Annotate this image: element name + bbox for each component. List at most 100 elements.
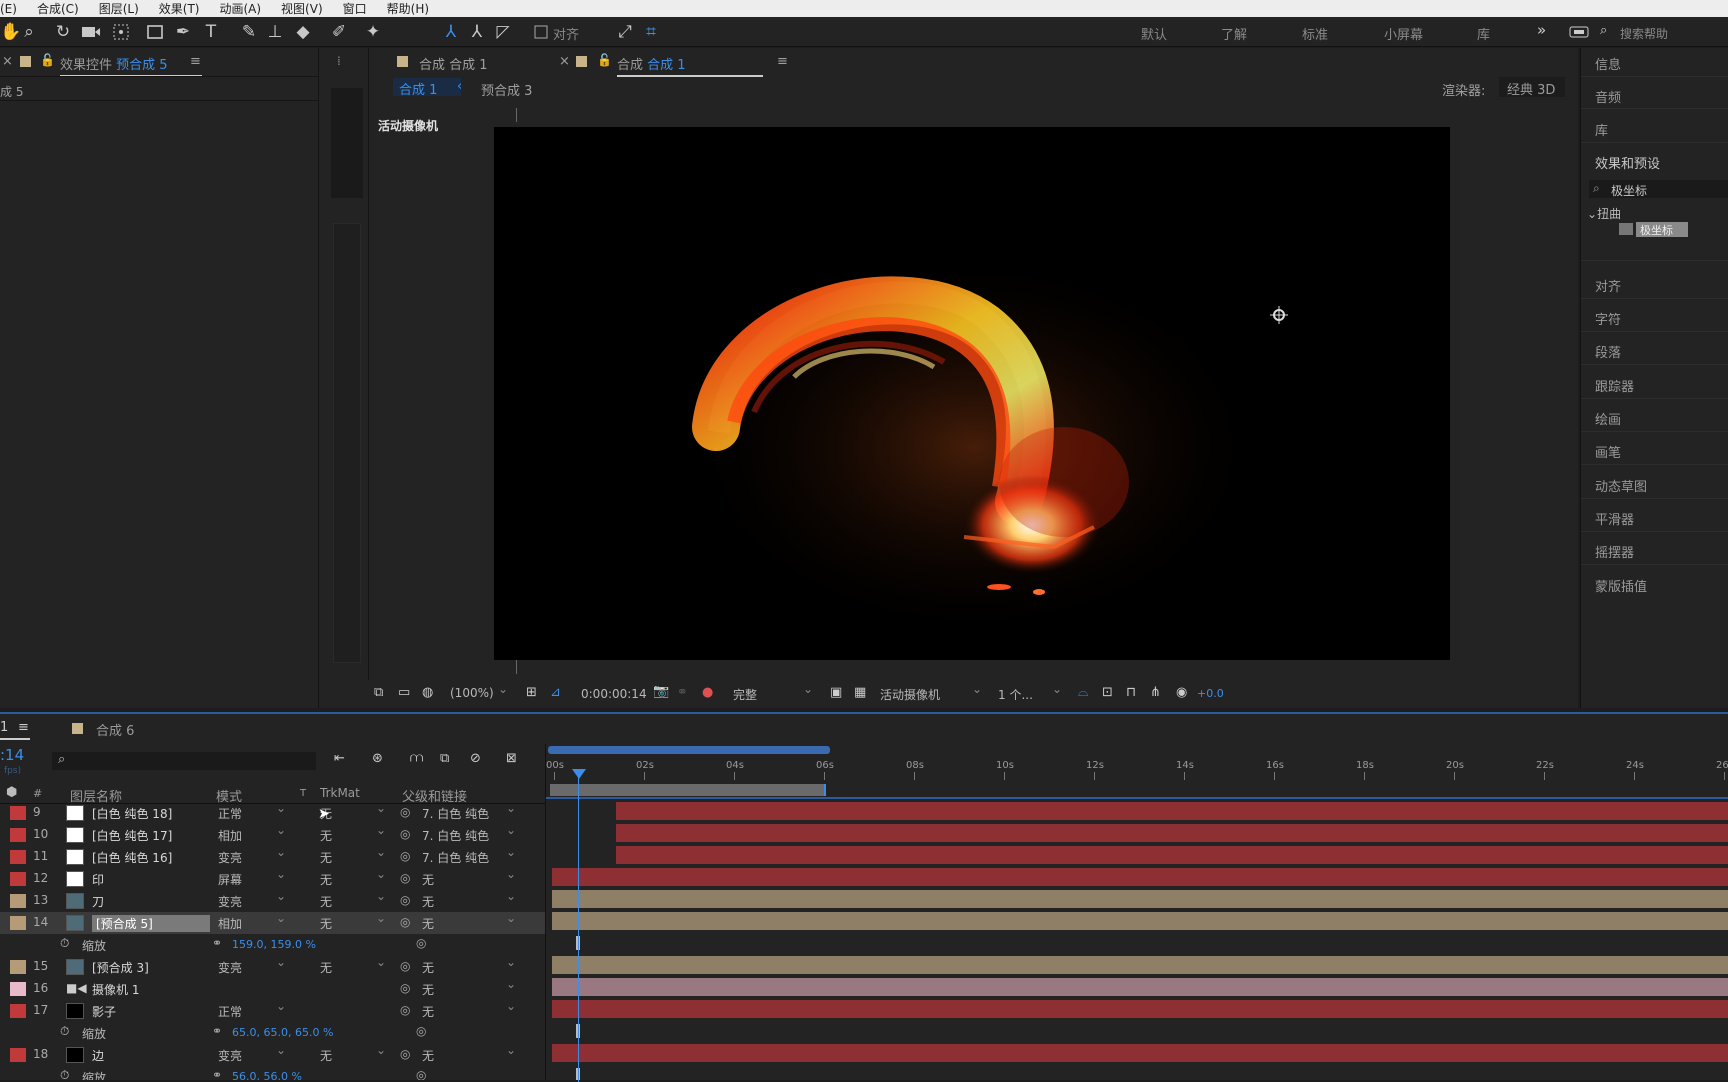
timeline-tab-comp1[interactable]: 1 [0, 720, 8, 735]
property-value[interactable]: 56.0, 56.0 % [232, 1070, 302, 1080]
timeline-current-time[interactable]: :14 [0, 746, 24, 764]
pickwhip-icon[interactable]: ◎ [400, 805, 410, 819]
lock-icon[interactable]: 🔓 [597, 53, 612, 67]
pickwhip-icon[interactable]: ◎ [400, 959, 410, 973]
layer-name[interactable]: [白色 纯色 16] [92, 849, 172, 866]
blend-mode-dropdown[interactable]: 变亮 [218, 1043, 288, 1063]
trkmat-dropdown[interactable]: 无 [320, 823, 388, 843]
workspace-small-screen[interactable]: 小屏幕 [1384, 24, 1423, 43]
layer-row[interactable]: 15 [预合成 3] 变亮 无 ◎ 无 [0, 955, 545, 978]
graph-editor-icon[interactable]: ⊠ [506, 751, 517, 766]
zoom-dropdown[interactable]: (100%) [450, 682, 510, 704]
blend-mode-dropdown[interactable]: 变亮 [218, 845, 288, 865]
workspace-standard[interactable]: 标准 [1302, 24, 1328, 43]
camera-tool-icon[interactable] [80, 21, 102, 43]
panel-mask-interpolation[interactable]: 蒙版插值 [1595, 576, 1647, 595]
layer-label-color[interactable] [10, 960, 26, 974]
trkmat-dropdown[interactable]: 无 [320, 1043, 388, 1063]
panel-smoother[interactable]: 平滑器 [1595, 509, 1634, 528]
layer-duration-bar[interactable] [552, 1044, 1728, 1062]
fast-previews-icon[interactable]: ⊡ [1102, 685, 1113, 700]
work-area-navigator[interactable] [548, 746, 830, 754]
rectangle-tool-icon[interactable] [144, 21, 166, 43]
puppet-tool-icon[interactable]: ✦ [362, 21, 384, 43]
blend-mode-dropdown[interactable]: 正常 [218, 804, 288, 821]
work-area-bar[interactable] [550, 784, 826, 796]
renderer-dropdown[interactable]: 经典 3D [1499, 77, 1565, 98]
panel-menu-icon[interactable]: ≡ [190, 54, 201, 69]
layer-duration-bar[interactable] [552, 1000, 1728, 1018]
layer-row[interactable]: 13 刀 变亮 无 ◎ 无 [0, 889, 545, 912]
layer-duration-bar[interactable] [616, 824, 1728, 842]
pickwhip-icon[interactable]: ◎ [400, 1003, 410, 1017]
menu-view[interactable]: 视图(V) [281, 0, 323, 17]
camera-view-dropdown[interactable]: 活动摄像机 [880, 682, 984, 704]
layer-row[interactable]: 11 [白色 纯色 16] 变亮 无 ◎ 7. 白色 纯色 [0, 845, 545, 868]
parent-dropdown[interactable]: 无 [422, 911, 518, 931]
vr-preview-icon[interactable]: ▭ [398, 685, 410, 700]
panel-tracker[interactable]: 跟踪器 [1595, 376, 1634, 395]
shy-layers-icon[interactable]: ⩋ [410, 751, 423, 766]
trkmat-dropdown[interactable]: 无 [320, 867, 388, 887]
tab-effect-controls[interactable]: 效果控件 预合成 5 [60, 54, 202, 77]
time-ruler[interactable]: 00s 02s 04s 06s 08s 10s 12s 14s 16s 18s 20s 22s 24s 2… [546, 758, 1728, 782]
property-value[interactable]: 159.0, 159.0 % [232, 938, 316, 951]
panel-wiggler[interactable]: 摇摆器 [1595, 542, 1634, 561]
playhead-icon[interactable] [572, 769, 586, 779]
property-row[interactable]: ⏱ 缩放 ⚭ 65.0, 65.0, 65.0 % ◎ [0, 1022, 545, 1044]
layer-name[interactable]: [白色 纯色 18] [92, 805, 172, 822]
menu-animation[interactable]: 动画(A) [219, 0, 261, 17]
layer-name[interactable]: 边 [92, 1047, 104, 1064]
layer-label-color[interactable] [10, 916, 26, 930]
layer-label-color[interactable] [10, 850, 26, 864]
layer-label-color[interactable] [10, 1004, 26, 1018]
pen-tool-icon[interactable]: ✒ [172, 21, 194, 43]
group-distort[interactable]: ⌄扭曲 [1587, 205, 1621, 222]
eraser-tool-icon[interactable]: ◆ [292, 21, 314, 43]
sync-settings-icon[interactable] [1568, 21, 1590, 43]
layer-duration-bar[interactable] [552, 890, 1728, 908]
pickwhip-icon[interactable]: ◎ [400, 871, 410, 885]
layer-name[interactable]: [预合成 5] [92, 915, 210, 932]
layer-label-color[interactable] [10, 806, 26, 820]
mask-visibility-icon[interactable]: ◍ [422, 685, 433, 700]
layer-duration-bar[interactable] [552, 868, 1728, 886]
label-column-icon[interactable]: ⬢ [6, 785, 17, 800]
blend-mode-dropdown[interactable]: 正常 [218, 999, 288, 1019]
layer-duration-bar[interactable] [552, 912, 1728, 930]
local-axis-mode-icon[interactable]: ⅄ [440, 21, 462, 43]
breadcrumb-precomp3[interactable]: 预合成 3 [481, 80, 532, 99]
panel-brushes[interactable]: 画笔 [1595, 442, 1621, 461]
blend-mode-dropdown[interactable]: 相加 [218, 911, 288, 931]
layer-name[interactable]: 印 [92, 871, 104, 888]
stopwatch-icon[interactable]: ⏱ [60, 1068, 69, 1080]
close-panel-icon[interactable]: × [2, 54, 13, 69]
panel-effects-presets[interactable]: 效果和预设 [1595, 153, 1660, 172]
viewer-menu-icon[interactable]: ≡ [777, 54, 788, 69]
pickwhip-icon[interactable]: ◎ [400, 1047, 410, 1061]
grid-icon[interactable]: ⊞ [526, 685, 537, 700]
tab-comp-active[interactable]: 合成 合成 1 [617, 54, 763, 77]
flowchart-icon[interactable]: ⋔ [1150, 685, 1161, 700]
panel-audio[interactable]: 音频 [1595, 87, 1621, 106]
transparency-grid-icon[interactable]: ▦ [854, 685, 866, 700]
menu-composition[interactable]: 合成(C) [37, 0, 79, 17]
parent-dropdown[interactable]: 7. 白色 纯色 [422, 845, 518, 865]
current-time-indicator[interactable] [578, 772, 579, 1082]
zoom-tool-icon[interactable]: ⌕ [18, 21, 40, 43]
trkmat-dropdown[interactable]: 无 [320, 911, 388, 931]
layer-name[interactable]: 摄像机 1 [92, 981, 139, 998]
trkmat-dropdown[interactable]: 无 [320, 845, 388, 865]
tab-comp-inactive[interactable]: 合成 合成 1 [419, 54, 488, 73]
frame-blending-icon[interactable]: ⧉ [440, 751, 449, 766]
col-layer-name[interactable]: 图层名称 [70, 786, 122, 805]
property-value[interactable]: 65.0, 65.0, 65.0 % [232, 1026, 333, 1039]
panel-align[interactable]: 对齐 [1595, 276, 1621, 295]
view-axis-mode-icon[interactable]: ◸ [492, 21, 514, 43]
layer-row[interactable]: 12 印 屏幕 无 ◎ 无 [0, 867, 545, 890]
layer-label-color[interactable] [10, 872, 26, 886]
blend-mode-dropdown[interactable]: 屏幕 [218, 867, 288, 887]
parent-dropdown[interactable]: 无 [422, 977, 518, 997]
snap-grid-icon[interactable]: ⌗ [640, 21, 662, 43]
layer-name[interactable]: 刀 [92, 893, 104, 910]
